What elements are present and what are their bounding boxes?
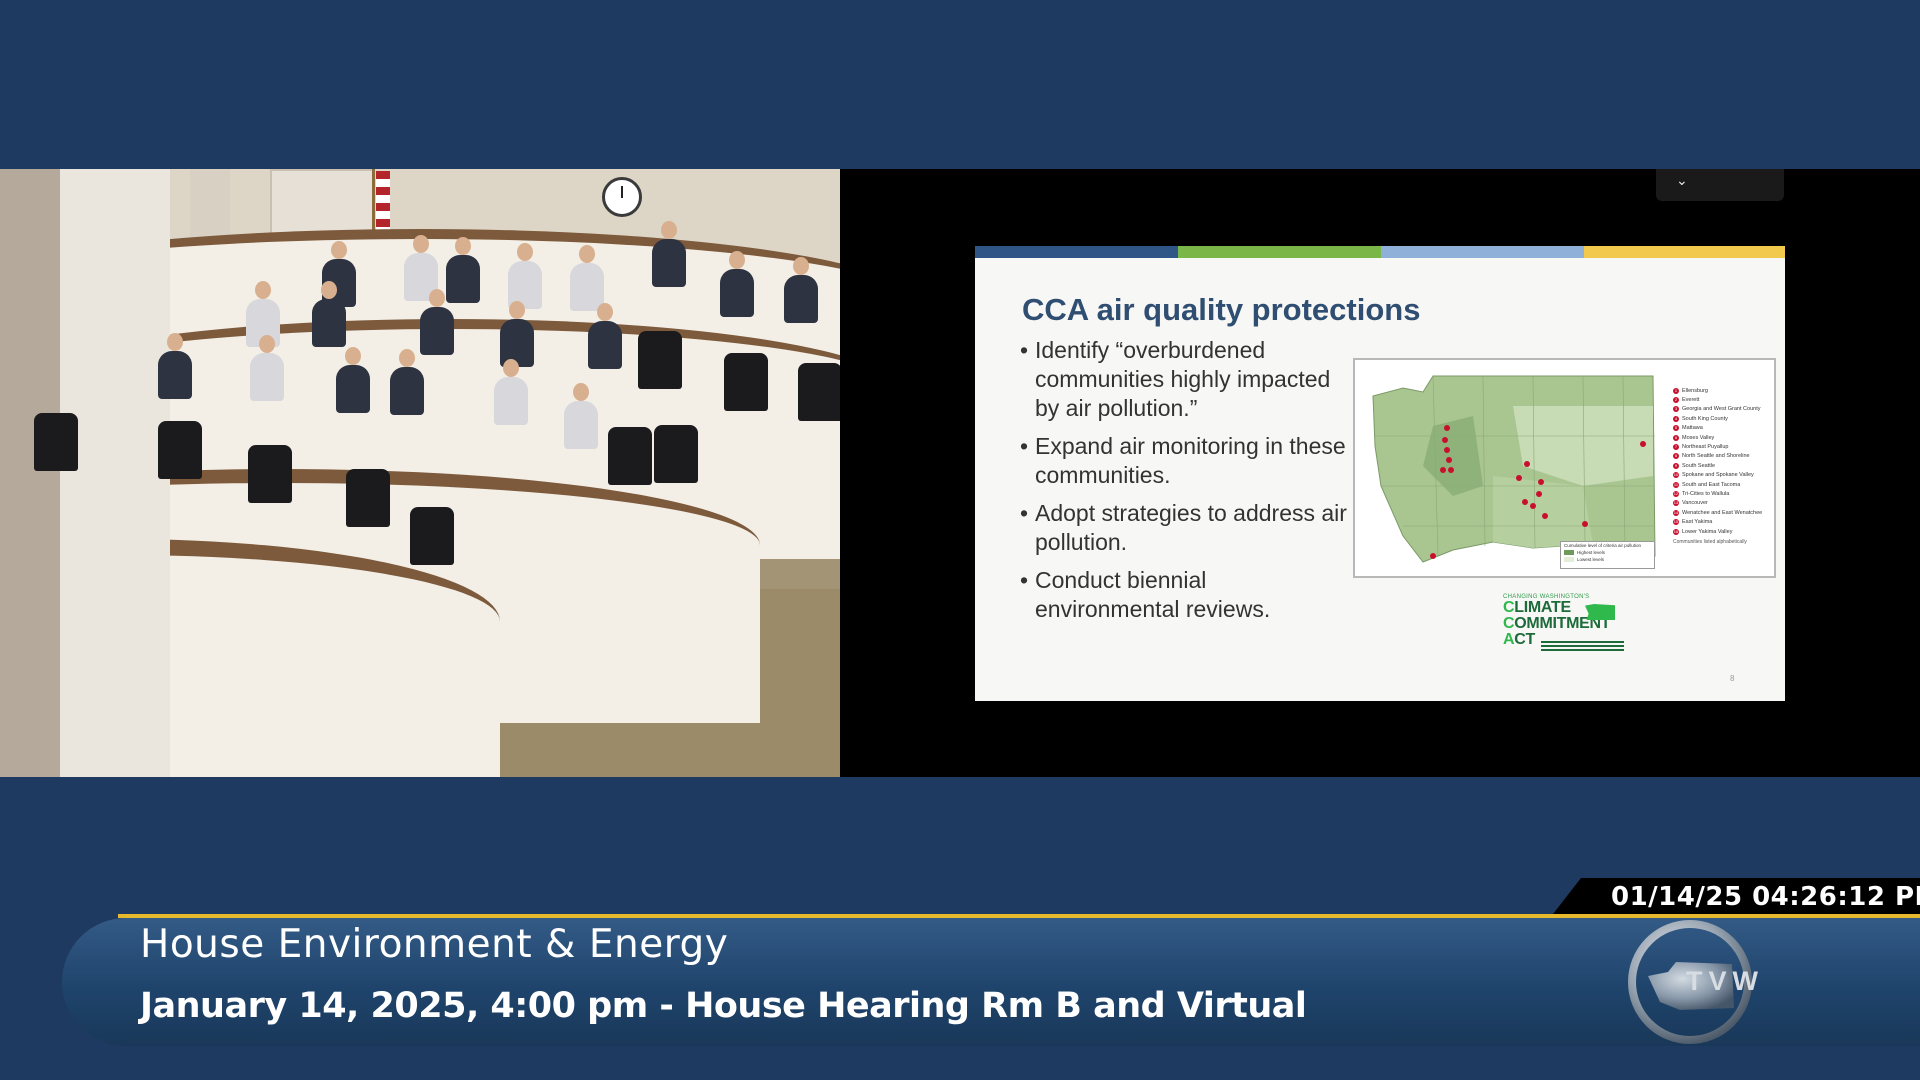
- legend-item: Tri-Cities to Wallula: [1682, 490, 1730, 497]
- wall-clock: [602, 177, 642, 217]
- map-key-high: Highest levels: [1577, 550, 1606, 555]
- bullet-item: Adopt strategies to address air pollutio…: [1020, 499, 1350, 557]
- legend-item: Everett: [1682, 397, 1700, 404]
- legend-item: Vancouver: [1682, 500, 1708, 507]
- legend-item: Northeast Puyallup: [1682, 444, 1729, 451]
- legend-item: Mattawa: [1682, 425, 1703, 432]
- slide-title: CCA air quality protections: [1022, 292, 1421, 327]
- legend-item: Moses Valley: [1682, 434, 1715, 441]
- legend-note: Communities listed alphabetically: [1673, 539, 1747, 546]
- bullet-item: Expand air monitoring in these communiti…: [1020, 432, 1350, 490]
- legend-item: Spokane and Spokane Valley: [1682, 472, 1754, 479]
- legend-item: South King County: [1682, 415, 1728, 422]
- bullet-item: Conduct biennial environmental reviews.: [1020, 566, 1350, 624]
- camera-feed: [0, 169, 840, 777]
- legend-item: South Seattle: [1682, 462, 1716, 469]
- slide-page-number: 8: [1730, 674, 1735, 683]
- chevron-down-icon: ⌄: [1676, 173, 1688, 189]
- accent-bar-3: [1381, 246, 1584, 258]
- legend-item: Lower Yakima Valley: [1682, 528, 1733, 535]
- washington-state-icon: [1585, 604, 1615, 620]
- legend-item: Georgia and West Grant County: [1682, 406, 1761, 413]
- map-legend: 1 Ellensburg 2 Everett 3 Georgia and West G…: [1673, 386, 1773, 545]
- map-key: Cumulative level of criteria air polluti…: [1560, 541, 1655, 569]
- climate-commitment-act-logo: CHANGING WASHINGTON'S CLIMATE COMMITMENT…: [1503, 594, 1633, 654]
- accent-bar-2: [1178, 246, 1381, 258]
- session-details: January 14, 2025, 4:00 pm - House Hearin…: [140, 986, 1307, 1026]
- timestamp: 01/14/25 04:26:12 PM: [1611, 882, 1920, 912]
- map-key-title: Cumulative level of criteria air polluti…: [1564, 543, 1642, 548]
- accent-bar-1: [975, 246, 1178, 258]
- accent-bar-4: [1584, 246, 1785, 258]
- map-key-low: Lowest levels: [1577, 557, 1605, 562]
- presentation-slide: CCA air quality protections Identify “ov…: [975, 246, 1785, 701]
- collapse-button[interactable]: ⌄: [1656, 169, 1784, 201]
- legend-item: East Yakima: [1682, 519, 1713, 526]
- committee-name: House Environment & Energy: [140, 922, 729, 967]
- legend-item: South and East Tacoma: [1682, 481, 1741, 488]
- bullet-list: Identify “overburdened communities highl…: [1020, 336, 1350, 633]
- legend-item: North Seattle and Shoreline: [1682, 453, 1750, 460]
- bullet-item: Identify “overburdened communities highl…: [1020, 336, 1350, 423]
- washington-map: Cumulative level of criteria air polluti…: [1353, 358, 1776, 578]
- tvw-logo-text: TVW: [1686, 966, 1764, 996]
- legend-item: Ellensburg: [1682, 387, 1708, 394]
- legend-item: Wenatchee and East Wenatchee: [1682, 509, 1763, 516]
